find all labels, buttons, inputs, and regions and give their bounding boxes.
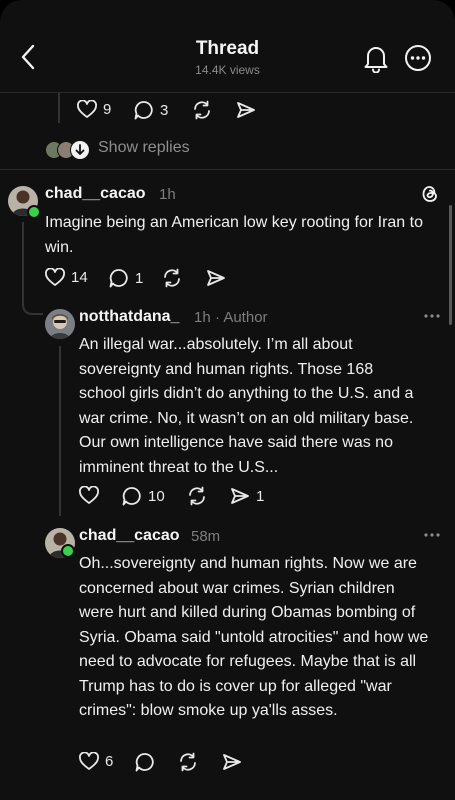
reply-connector (22, 222, 43, 315)
send-icon (223, 754, 241, 770)
repost-icon (194, 100, 210, 120)
comment-button[interactable]: 1 (109, 268, 143, 288)
repost-button[interactable] (192, 100, 212, 120)
heart-icon (79, 486, 99, 504)
share-count: 1 (256, 487, 265, 505)
comment-count: 3 (160, 101, 169, 119)
repost-icon (180, 752, 196, 772)
post-username[interactable]: chad__cacao (45, 185, 146, 203)
online-indicator (27, 205, 41, 219)
like-button[interactable]: 14 (45, 268, 88, 287)
heart-icon (77, 100, 97, 118)
thread-screen: Thread 14.4K views 9 3 Show replies chad… (0, 0, 455, 800)
share-button[interactable] (222, 753, 242, 771)
share-button[interactable] (206, 269, 226, 287)
send-icon (231, 488, 249, 504)
repost-button[interactable] (178, 752, 198, 772)
notifications-button[interactable] (362, 43, 390, 74)
post-time: 1h (159, 186, 176, 203)
send-icon (237, 102, 255, 118)
comment-count: 10 (148, 487, 165, 505)
post-username[interactable]: notthatdana_ (79, 308, 179, 326)
show-replies-link[interactable]: Show replies (98, 139, 190, 157)
threads-logo-icon[interactable] (420, 184, 440, 209)
header-bar: Thread 14.4K views (0, 0, 455, 92)
bell-icon (364, 47, 388, 74)
post-divider (0, 169, 455, 170)
author-tag: · Author (215, 309, 268, 326)
avatar[interactable] (45, 309, 75, 339)
like-count: 6 (105, 753, 114, 770)
thread-line (59, 346, 61, 516)
comment-icon (122, 487, 141, 506)
share-button[interactable]: 1 (230, 487, 264, 505)
comment-count: 1 (135, 269, 144, 287)
post-time: 58m (191, 528, 221, 545)
more-horizontal-icon (424, 314, 440, 318)
comment-icon (109, 269, 128, 288)
repost-icon (164, 268, 180, 288)
like-button[interactable]: 6 (79, 752, 113, 771)
repost-button[interactable] (162, 268, 182, 288)
more-options-button[interactable] (404, 44, 432, 72)
down-arrow-icon (70, 140, 90, 160)
header-divider (0, 92, 455, 93)
post-time: 1h (194, 309, 211, 326)
post-more-button[interactable] (423, 303, 441, 324)
like-count: 14 (71, 269, 88, 286)
post-text: Imagine being an American low key rootin… (45, 214, 423, 256)
repost-button[interactable] (187, 486, 207, 506)
like-button[interactable] (79, 486, 99, 505)
more-circle-icon (405, 45, 431, 71)
repost-icon (189, 486, 205, 506)
scrollbar[interactable] (449, 205, 452, 325)
thread-line (58, 93, 60, 123)
send-icon (207, 270, 225, 286)
comment-button[interactable]: 10 (122, 486, 165, 506)
post-username[interactable]: chad__cacao (79, 527, 180, 545)
post-text: Oh...sovereignty and human rights. Now w… (79, 555, 429, 719)
share-button[interactable] (236, 101, 256, 119)
like-count: 9 (103, 101, 112, 118)
comment-icon (134, 101, 153, 120)
comment-button[interactable]: 3 (134, 100, 168, 120)
post-more-button[interactable] (423, 522, 441, 543)
like-button[interactable]: 9 (77, 100, 111, 119)
heart-icon (79, 752, 99, 770)
post-text: An illegal war...absolutely. I’m all abo… (79, 336, 414, 476)
heart-icon (45, 268, 65, 286)
comment-button[interactable] (135, 752, 155, 772)
online-indicator (61, 544, 75, 558)
more-horizontal-icon (424, 533, 440, 537)
comment-icon (135, 753, 154, 772)
